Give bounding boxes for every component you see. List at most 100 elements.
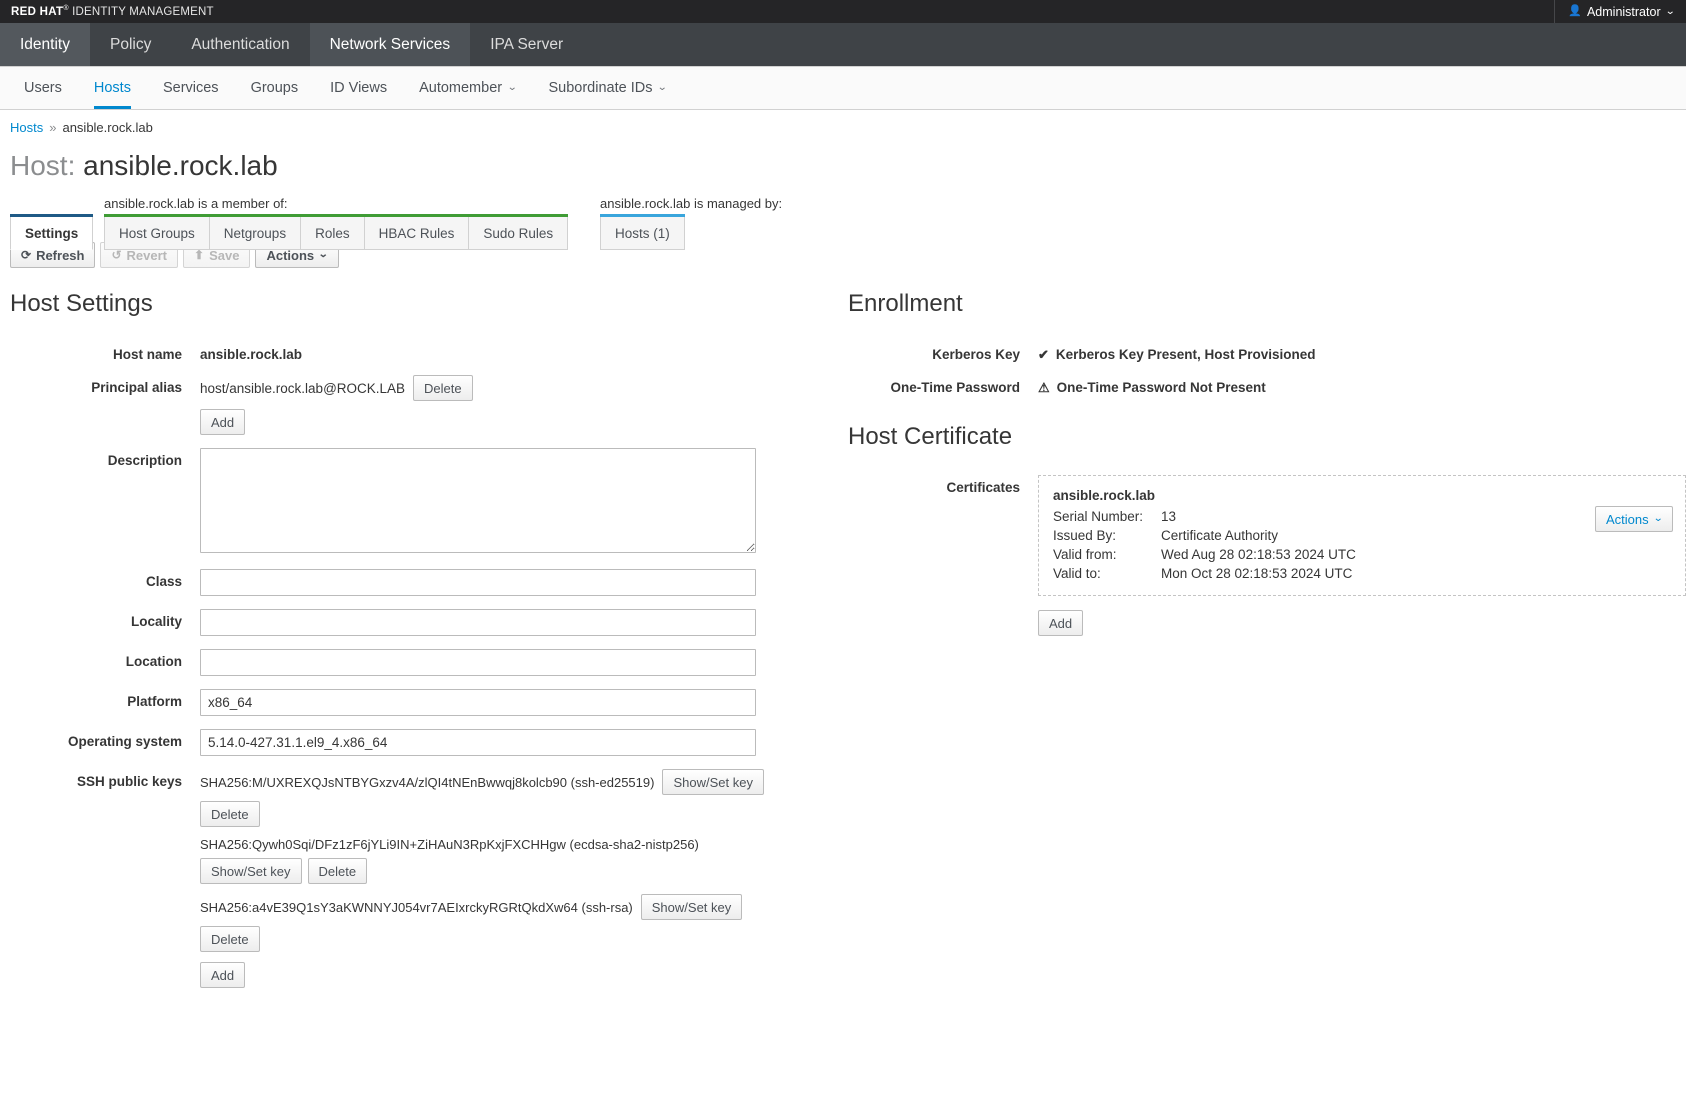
one-time-password-status: ⚠ One-Time Password Not Present — [1038, 375, 1686, 395]
settings-tab-group: Settings — [10, 214, 94, 250]
ssh-key-delete-button[interactable]: Delete — [200, 801, 260, 827]
nav-label: IPA Server — [490, 35, 564, 53]
certificate-add-button[interactable]: Add — [1038, 610, 1084, 636]
location-input[interactable] — [200, 649, 756, 676]
ssh-key-add-button[interactable]: Add — [200, 962, 246, 988]
operating-system-input[interactable] — [200, 729, 756, 756]
ssh-key-fingerprint: SHA256:Qywh0Sqi/DFz1zF6jYLi9IN+ZiHAuN3Rp… — [200, 837, 699, 852]
valid-to-label: Valid to: — [1053, 566, 1101, 581]
principal-alias-add-button[interactable]: Add — [200, 409, 246, 435]
ssh-key-delete-button[interactable]: Delete — [200, 926, 260, 952]
class-input[interactable] — [200, 569, 756, 596]
locality-label: Locality — [130, 614, 182, 629]
ssh-key-show-set-button[interactable]: Show/Set key — [200, 858, 302, 884]
page-title: Host: ansible.rock.lab — [0, 135, 1686, 182]
certificate-panel: ansible.rock.lab Serial Number: 13 Issue… — [1038, 475, 1686, 596]
tab-label: HBAC Rules — [378, 225, 455, 241]
nav-label: Network Services — [329, 35, 451, 53]
tab-settings[interactable]: Settings — [10, 214, 94, 250]
tab-label: Hosts (1) — [615, 225, 670, 241]
subnav-item-users[interactable]: Users — [8, 67, 78, 109]
principal-alias-value: host/ansible.rock.lab@ROCK.LAB — [200, 380, 406, 396]
chevron-down-icon: ⌄ — [657, 82, 668, 93]
user-icon: 👤 — [1568, 5, 1582, 17]
one-time-password-status-text: One-Time Password Not Present — [1056, 380, 1266, 395]
chevron-down-icon: ⌄ — [318, 249, 329, 260]
subnav-label: ID Views — [330, 80, 388, 96]
subnav-item-services[interactable]: Services — [147, 67, 235, 109]
certificate-subject: ansible.rock.lab — [1053, 488, 1156, 503]
operating-system-label: Operating system — [67, 734, 182, 749]
host-certificate-title: Host Certificate — [848, 423, 1013, 450]
certificate-details: Serial Number: 13 Issued By: Certificate… — [1053, 509, 1671, 581]
subnav-item-id-views[interactable]: ID Views — [314, 67, 403, 109]
enrollment-section: Enrollment Kerberos Key ✔ Kerberos Key P… — [848, 290, 1686, 395]
ssh-key-show-set-button[interactable]: Show/Set key — [640, 894, 743, 920]
host-certificate-section: Host Certificate Certificates ansible.ro… — [848, 423, 1686, 636]
field-locality: Locality — [10, 609, 798, 636]
certificate-actions-button[interactable]: Actions ⌄ — [1594, 506, 1673, 532]
tab-label: Host Groups — [119, 225, 195, 241]
subnav-label: Hosts — [93, 80, 131, 96]
description-label: Description — [107, 453, 182, 468]
right-column: Enrollment Kerberos Key ✔ Kerberos Key P… — [798, 290, 1686, 1001]
field-description: Description — [10, 448, 798, 556]
valid-from-value: Wed Aug 28 02:18:53 2024 UTC — [1161, 547, 1356, 562]
locality-input[interactable] — [200, 609, 756, 636]
serial-number-label: Serial Number: — [1053, 509, 1144, 524]
brand-bar-right: 👤 Administrator ⌄ — [1554, 0, 1686, 23]
subnav-item-subordinate-ids[interactable]: Subordinate IDs ⌄ — [532, 67, 682, 109]
platform-input[interactable] — [200, 689, 756, 716]
tab-label: Sudo Rules — [483, 225, 554, 241]
field-class: Class — [10, 569, 798, 596]
administrator-menu[interactable]: 👤 Administrator ⌄ — [1555, 0, 1686, 23]
product-logo: RED HAT® IDENTITY MANAGEMENT — [0, 5, 214, 18]
certificates-label: Certificates — [946, 480, 1020, 495]
breadcrumb-link-hosts[interactable]: Hosts — [10, 120, 43, 135]
location-label: Location — [125, 654, 182, 669]
ssh-key-show-set-button[interactable]: Show/Set key — [662, 769, 764, 795]
principal-alias-label: Principal alias — [91, 380, 182, 395]
product-name: IDENTITY MANAGEMENT — [72, 5, 214, 18]
nav-item-network-services[interactable]: Network Services — [309, 23, 471, 66]
principal-alias-delete-button[interactable]: Delete — [413, 375, 473, 401]
field-location: Location — [10, 649, 798, 676]
nav-item-ipa-server[interactable]: IPA Server — [470, 23, 583, 66]
member-of-caption: ansible.rock.lab is a member of: — [104, 196, 288, 211]
valid-from-label: Valid from: — [1053, 547, 1117, 562]
tab-hosts-managed-by[interactable]: Hosts (1) — [600, 214, 685, 250]
tab-netgroups[interactable]: Netgroups — [208, 214, 302, 250]
subnav-label: Services — [162, 80, 219, 96]
description-input[interactable] — [200, 448, 756, 553]
class-label: Class — [145, 574, 182, 589]
tab-sudo-rules[interactable]: Sudo Rules — [468, 214, 569, 250]
enrollment-title: Enrollment — [848, 290, 963, 317]
platform-label: Platform — [127, 694, 182, 709]
warning-icon: ⚠ — [1038, 380, 1050, 395]
field-ssh-public-keys: SSH public keys SHA256:M/UXREXQJsNTBYGxz… — [10, 769, 798, 988]
field-host-name: Host name ansible.rock.lab — [10, 342, 798, 362]
nav-item-policy[interactable]: Policy — [90, 23, 171, 66]
ssh-key-delete-button[interactable]: Delete — [307, 858, 368, 884]
host-settings-section: Host Settings Host name ansible.rock.lab… — [0, 290, 798, 1001]
nav-label: Policy — [109, 35, 152, 53]
ssh-key-fingerprint: SHA256:a4vE39Q1sY3aKWNNYJ054vr7AEIxrckyR… — [200, 899, 633, 915]
tab-host-groups[interactable]: Host Groups — [104, 214, 210, 250]
chevron-down-icon: ⌄ — [1664, 5, 1676, 17]
field-certificates: Certificates ansible.rock.lab Serial Num… — [848, 475, 1686, 636]
subnav-label: Subordinate IDs — [548, 80, 653, 96]
tab-roles[interactable]: Roles — [300, 214, 365, 250]
tab-hbac-rules[interactable]: HBAC Rules — [363, 214, 470, 250]
tab-label: Settings — [25, 225, 79, 241]
nav-label: Identity — [20, 35, 70, 53]
subnav-item-hosts[interactable]: Hosts — [78, 67, 147, 109]
nav-item-identity[interactable]: Identity — [0, 23, 90, 66]
check-icon: ✔ — [1038, 347, 1049, 362]
nav-item-authentication[interactable]: Authentication — [171, 23, 309, 66]
valid-to-value: Mon Oct 28 02:18:53 2024 UTC — [1161, 566, 1353, 581]
managed-by-caption: ansible.rock.lab is managed by: — [600, 196, 783, 211]
subnav-item-groups[interactable]: Groups — [235, 67, 315, 109]
ssh-public-keys-label: SSH public keys — [76, 774, 182, 789]
page-title-value: ansible.rock.lab — [83, 150, 278, 181]
subnav-item-automember[interactable]: Automember ⌄ — [403, 67, 532, 109]
